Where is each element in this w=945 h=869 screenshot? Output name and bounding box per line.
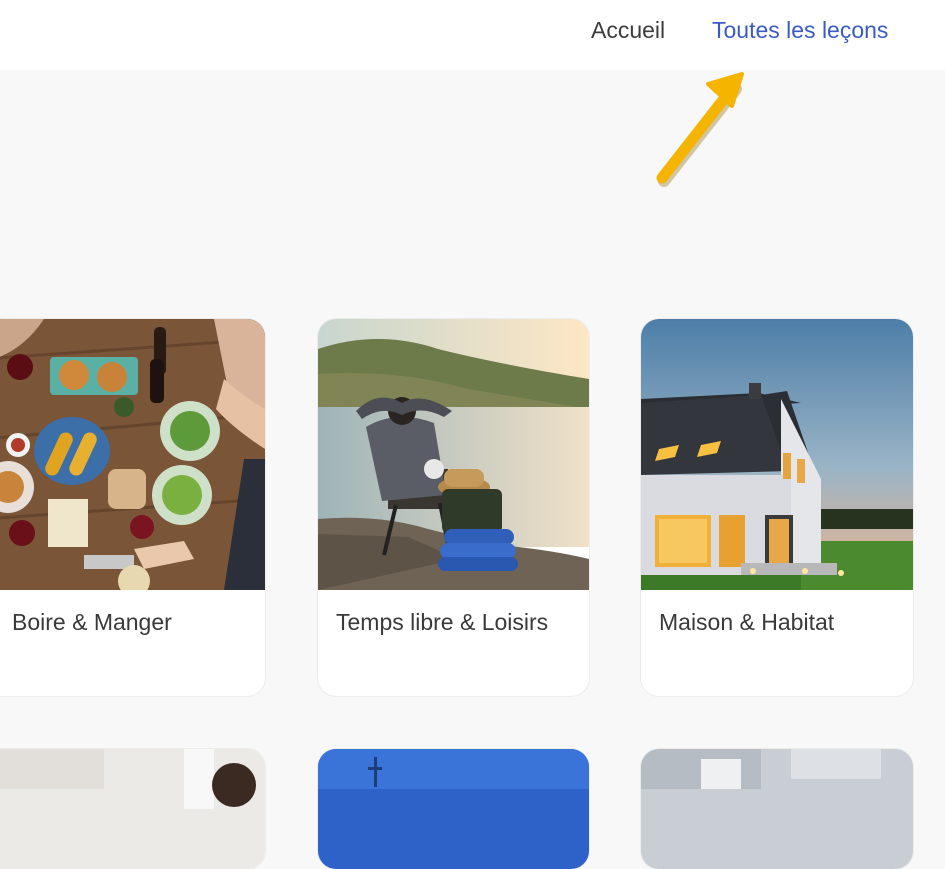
card-image-row2-1 [0, 749, 265, 869]
card-title: Temps libre & Loisirs [336, 609, 549, 635]
category-card-row2-1[interactable] [0, 749, 265, 869]
card-image-house-dusk [641, 319, 913, 590]
category-card-row2-2[interactable] [318, 749, 589, 869]
card-image-food-table [0, 319, 265, 590]
card-title: Maison & Habitat [659, 609, 835, 635]
category-card-leisure[interactable]: Temps libre & Loisirs [318, 319, 589, 696]
card-image-lake-relaxing [318, 319, 589, 590]
annotation-arrow-icon [656, 72, 744, 187]
card-image-row2-2 [318, 749, 589, 869]
card-title: Boire & Manger [12, 609, 172, 635]
category-card-home[interactable]: Maison & Habitat [641, 319, 913, 696]
top-navigation-bar: Accueil Toutes les leçons [0, 0, 945, 70]
nav-link-all-lessons[interactable]: Toutes les leçons [712, 14, 888, 46]
nav-link-home[interactable]: Accueil [591, 14, 665, 46]
category-card-row2-3[interactable] [641, 749, 913, 869]
card-image-row2-3 [641, 749, 913, 869]
category-card-food-drink[interactable]: Boire & Manger [0, 319, 265, 696]
